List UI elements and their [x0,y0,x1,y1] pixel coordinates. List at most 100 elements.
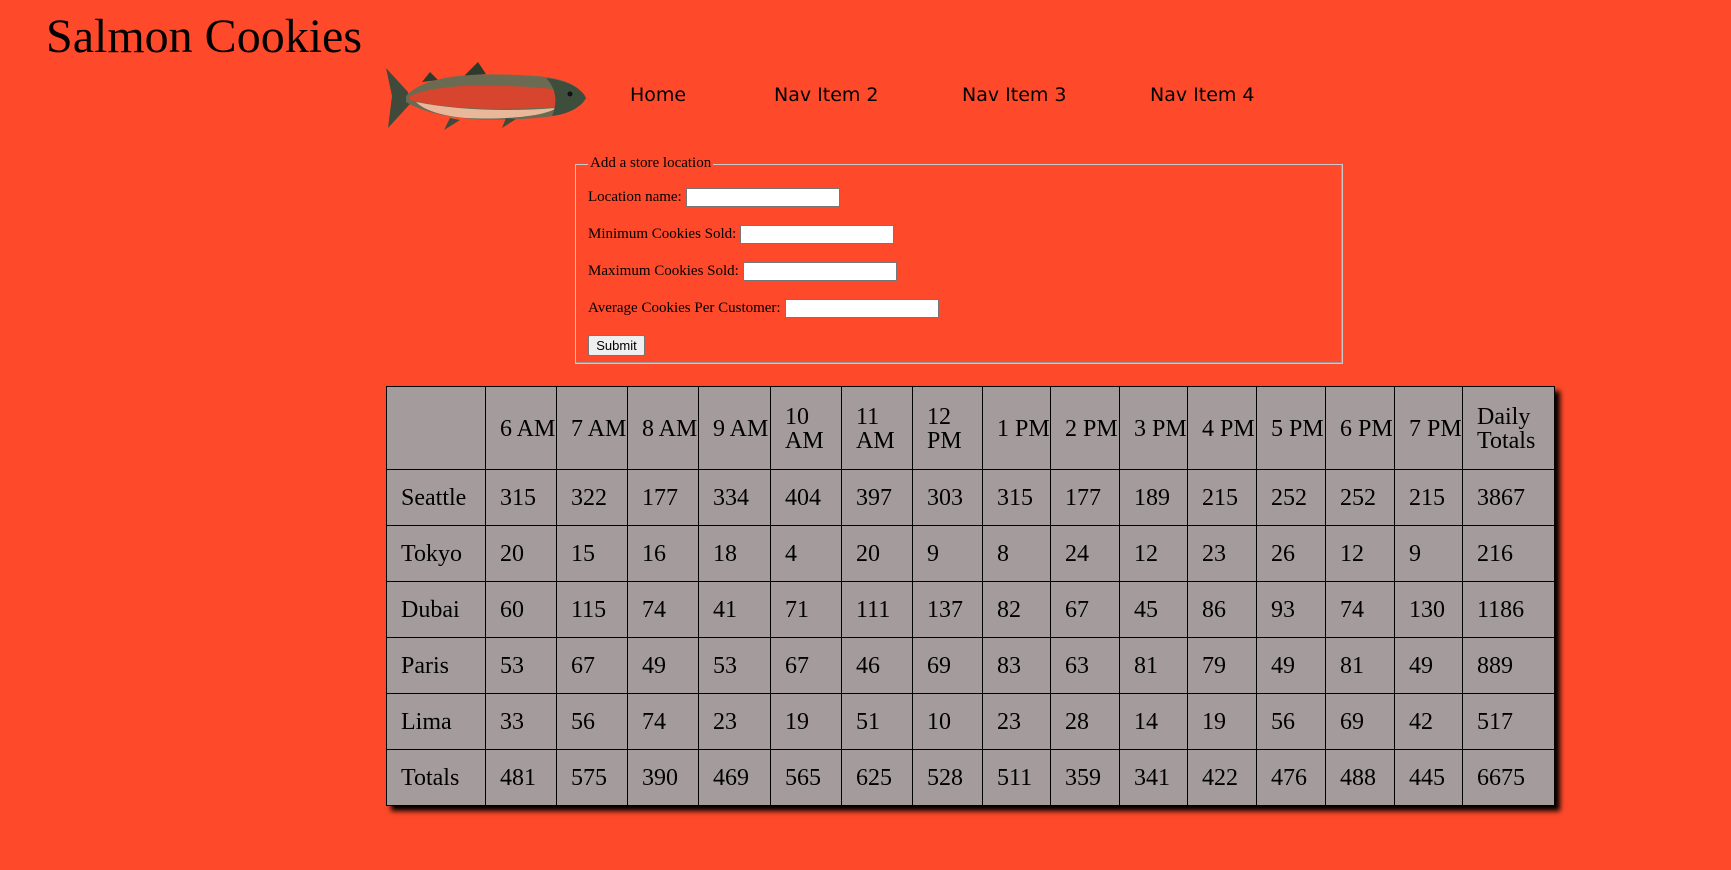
avg-row: Average Cookies Per Customer: [588,297,939,319]
hourly-sales-cell: 67 [1050,581,1120,638]
header-cell: 3 PM [1119,386,1188,470]
hourly-sales-cell: 189 [1119,469,1188,526]
hourly-sales-cell: 67 [770,637,842,694]
hourly-sales-cell: 177 [627,469,699,526]
header-cell: 12 PM [912,386,983,470]
hourly-sales-cell: 53 [485,637,557,694]
hourly-sales-cell: 23 [982,693,1051,750]
row-location-name: Dubai [386,581,486,638]
hourly-sales-cell: 252 [1256,469,1326,526]
hourly-sales-cell: 56 [556,693,628,750]
hourly-total-cell: 528 [912,749,983,806]
header-cell: 2 PM [1050,386,1120,470]
hourly-sales-cell: 82 [982,581,1051,638]
hourly-sales-cell: 63 [1050,637,1120,694]
hourly-total-cell: 625 [841,749,913,806]
table-footer: Totals 481 575 390 469 565 625 528 511 359 341 422 4… [386,749,1555,806]
daily-total-cell: 216 [1462,525,1555,582]
hourly-sales-cell: 8 [982,525,1051,582]
form-legend: Add a store location [588,154,714,172]
table-header: 6 AM 7 AM 8 AM 9 AM 10 AM 11 AM 12 PM 1 PM 2 PM 3… [386,386,1555,470]
totals-label: Totals [386,749,486,806]
hourly-sales-cell: 79 [1187,637,1257,694]
hourly-sales-cell: 15 [556,525,628,582]
row-location-name: Lima [386,693,486,750]
hourly-total-cell: 565 [770,749,842,806]
header-cell: 6 AM [485,386,557,470]
hourly-total-cell: 341 [1119,749,1188,806]
row-location-name: Seattle [386,469,486,526]
hourly-sales-cell: 130 [1394,581,1463,638]
nav-item-3[interactable]: Nav Item 3 [962,84,1067,106]
submit-button[interactable]: Submit [588,335,645,356]
nav-item-2[interactable]: Nav Item 2 [774,84,879,106]
hourly-sales-cell: 93 [1256,581,1326,638]
row-location-name: Paris [386,637,486,694]
sales-table: 6 AM 7 AM 8 AM 9 AM 10 AM 11 AM 12 PM 1 PM 2 PM 3… [386,386,1555,806]
table-row: Seattle 315 322 177 334 404 397 303 315 177 189 215… [386,469,1555,526]
hourly-sales-cell: 111 [841,581,913,638]
hourly-sales-cell: 28 [1050,693,1120,750]
hourly-sales-cell: 71 [770,581,842,638]
hourly-total-cell: 476 [1256,749,1326,806]
hourly-sales-cell: 46 [841,637,913,694]
min-row: Minimum Cookies Sold: [588,223,895,245]
header-cell: 11 AM [841,386,913,470]
hourly-sales-cell: 4 [770,525,842,582]
hourly-sales-cell: 177 [1050,469,1120,526]
header-cell: 7 AM [556,386,628,470]
hourly-sales-cell: 69 [912,637,983,694]
daily-total-cell: 889 [1462,637,1555,694]
daily-total-cell: 1186 [1462,581,1555,638]
hourly-sales-cell: 83 [982,637,1051,694]
hourly-sales-cell: 322 [556,469,628,526]
totals-row: Totals 481 575 390 469 565 625 528 511 359 341 422 4… [386,749,1555,806]
hourly-total-cell: 488 [1325,749,1395,806]
header-cell: 1 PM [982,386,1051,470]
hourly-total-cell: 469 [698,749,771,806]
hourly-total-cell: 445 [1394,749,1463,806]
hourly-sales-cell: 14 [1119,693,1188,750]
hourly-sales-cell: 67 [556,637,628,694]
location-label: Location name: [588,188,682,205]
hourly-sales-cell: 20 [485,525,557,582]
hourly-sales-cell: 19 [770,693,842,750]
hourly-sales-cell: 9 [912,525,983,582]
row-location-name: Tokyo [386,525,486,582]
hourly-total-cell: 511 [982,749,1051,806]
header-cell: 6 PM [1325,386,1395,470]
table-row: Lima 33 56 74 23 19 51 10 23 28 14 19 56 69 42 517 [386,693,1555,750]
hourly-sales-cell: 23 [698,693,771,750]
location-name-input[interactable] [685,187,840,207]
table-row: Paris 53 67 49 53 67 46 69 83 63 81 79 49 81 49 889 [386,637,1555,694]
hourly-sales-cell: 18 [698,525,771,582]
add-store-form: Add a store location Location name: Mini… [575,154,1343,364]
header-cell: 4 PM [1187,386,1257,470]
hourly-sales-cell: 16 [627,525,699,582]
hourly-sales-cell: 74 [627,693,699,750]
table-row: Tokyo 20 15 16 18 4 20 9 8 24 12 23 26 12 9 216 [386,525,1555,582]
grand-total-cell: 6675 [1462,749,1555,806]
hourly-total-cell: 390 [627,749,699,806]
max-cookies-input[interactable] [742,261,897,281]
hourly-total-cell: 481 [485,749,557,806]
nav-item-home[interactable]: Home [630,84,686,106]
min-cookies-label: Minimum Cookies Sold: [588,225,737,242]
hourly-sales-cell: 9 [1394,525,1463,582]
nav-item-4[interactable]: Nav Item 4 [1150,84,1255,106]
page: Salmon Cookies Home Nav Item 2 Nav Item … [0,0,1731,870]
hourly-sales-cell: 12 [1325,525,1395,582]
header-cell: 7 PM [1394,386,1463,470]
hourly-sales-cell: 74 [1325,581,1395,638]
avg-cookies-label: Average Cookies Per Customer: [588,299,781,316]
table-body: Seattle 315 322 177 334 404 397 303 315 177 189 215… [386,469,1555,750]
hourly-sales-cell: 53 [698,637,771,694]
hourly-sales-cell: 334 [698,469,771,526]
min-cookies-input[interactable] [740,224,895,244]
hourly-sales-cell: 19 [1187,693,1257,750]
hourly-sales-cell: 81 [1119,637,1188,694]
hourly-sales-cell: 49 [1394,637,1463,694]
hourly-sales-cell: 215 [1187,469,1257,526]
avg-cookies-input[interactable] [784,298,939,318]
hourly-sales-cell: 315 [982,469,1051,526]
